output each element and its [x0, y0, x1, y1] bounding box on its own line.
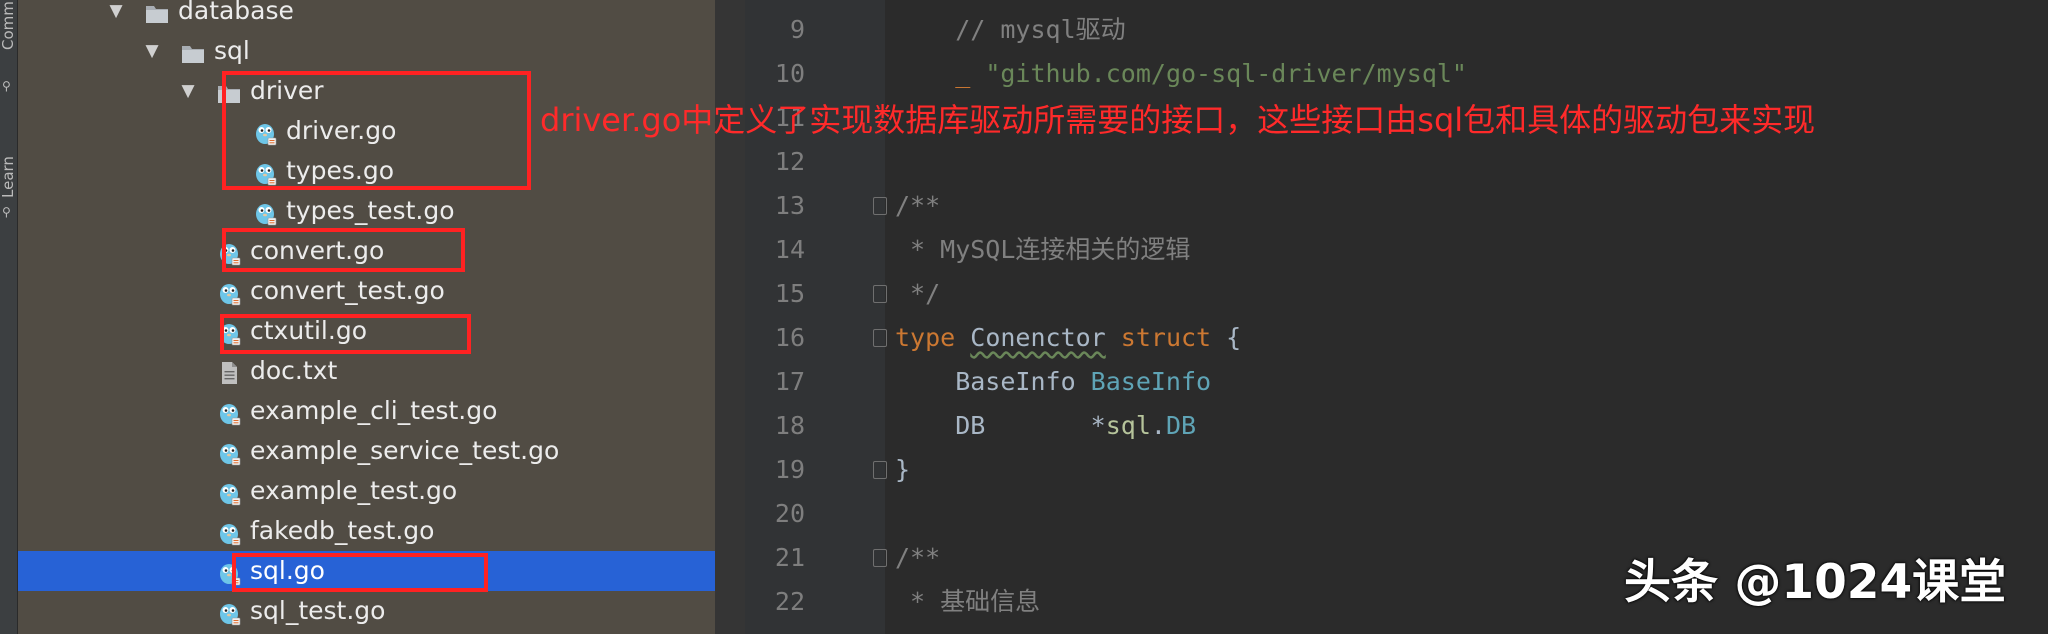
code-line[interactable]: } [895, 448, 910, 492]
code-token: { [1226, 323, 1242, 352]
tree-item[interactable]: ▼ database [18, 0, 715, 31]
tree-item[interactable]: sql_test.go [18, 591, 715, 631]
code-line[interactable]: * 基础信息 [895, 580, 1040, 624]
line-number: 9 [789, 15, 805, 44]
tree-item[interactable]: example_test.go [18, 471, 715, 511]
highlight-box-sql [232, 553, 488, 592]
code-line[interactable]: _ "github.com/go-sql-driver/mysql" [895, 52, 1467, 96]
code-token: // mysql驱动 [955, 15, 1126, 44]
code-line[interactable]: DB *sql.DB [895, 404, 1196, 448]
highlight-box-ctxutil [220, 314, 471, 354]
go-file-icon [216, 438, 242, 466]
tree-item-label: sql_test.go [250, 596, 386, 625]
go-file-icon [252, 198, 278, 226]
code-token: BaseInfo [1090, 367, 1212, 396]
tree-item-label: doc.txt [250, 356, 338, 385]
code-line[interactable]: BaseInfo BaseInfo [895, 360, 1211, 404]
fold-marker-icon[interactable] [873, 461, 887, 479]
line-number: 22 [774, 587, 805, 616]
tree-item-label: types_test.go [286, 196, 455, 225]
line-number: 14 [774, 235, 805, 264]
fold-marker-icon[interactable] [873, 329, 887, 347]
line-number: 13 [774, 191, 805, 220]
expand-arrow-icon[interactable]: ▼ [178, 71, 198, 111]
code-token: "github.com/go-sql-driver/mysql" [985, 59, 1467, 88]
line-number: 21 [774, 543, 805, 572]
go-file-icon [216, 278, 242, 306]
annotation-text: driver.go中定义了实现数据库驱动所需要的接口，这些接口由sql包和具体的… [540, 101, 1816, 139]
tree-item[interactable]: doc.txt [18, 351, 715, 391]
folder-icon [144, 0, 170, 24]
code-token: /** [895, 191, 941, 220]
tree-item-label: convert_test.go [250, 276, 445, 305]
tree-item[interactable]: convert_test.go [18, 271, 715, 311]
tree-item-label: database [178, 0, 294, 25]
text-file-icon [216, 358, 242, 384]
code-line[interactable]: // mysql驱动 [895, 8, 1126, 52]
fold-marker-icon[interactable] [873, 549, 887, 567]
go-file-icon [216, 598, 242, 626]
line-number: 20 [774, 499, 805, 528]
tree-item-label: example_test.go [250, 476, 458, 505]
code-token: DB [1165, 411, 1197, 440]
go-file-icon [216, 518, 242, 546]
line-number: 10 [774, 59, 805, 88]
tree-item-label: example_service_test.go [250, 436, 560, 465]
expand-arrow-icon[interactable]: ▼ [106, 0, 126, 31]
code-line[interactable]: */ [895, 272, 940, 316]
tree-item-label: example_cli_test.go [250, 396, 498, 425]
line-number: 15 [774, 279, 805, 308]
go-file-icon [216, 398, 242, 426]
highlight-box-convert [222, 228, 465, 272]
fold-marker-icon[interactable] [873, 197, 887, 215]
tree-item[interactable]: ▼ sql [18, 31, 715, 71]
code-token: /** [895, 543, 941, 572]
line-number: 12 [774, 147, 805, 176]
tree-item[interactable]: example_cli_test.go [18, 391, 715, 431]
code-token: * MySQL连接相关的逻辑 [895, 235, 1191, 264]
code-token: _ [955, 59, 986, 88]
code-token: type [895, 323, 971, 352]
tree-item-label: fakedb_test.go [250, 516, 435, 545]
highlight-box-driver [222, 71, 531, 190]
learn-tool-tab[interactable]: Learn [0, 138, 17, 198]
commit-tool-tab[interactable]: Commit [0, 0, 17, 50]
code-line[interactable]: * MySQL连接相关的逻辑 [895, 228, 1190, 272]
commit-icon: ⚲ [2, 79, 11, 93]
expand-arrow-icon[interactable]: ▼ [142, 31, 162, 71]
learn-icon: ⚲ [2, 205, 11, 219]
tree-item-label: sql [214, 36, 250, 65]
fold-marker-icon[interactable] [873, 285, 887, 303]
line-number: 19 [774, 455, 805, 484]
code-token: */ [895, 279, 941, 308]
code-token: } [895, 455, 911, 484]
watermark: 头条 @1024课堂 [1624, 555, 2007, 610]
code-line[interactable]: /** [895, 184, 940, 228]
code-token: BaseInfo [895, 367, 1091, 396]
code-token: DB * [895, 411, 1106, 440]
code-token: struct [1105, 323, 1227, 352]
line-number: 16 [774, 323, 805, 352]
go-file-icon [216, 478, 242, 506]
code-token: Conenctor [970, 323, 1106, 352]
tree-item[interactable]: fakedb_test.go [18, 511, 715, 551]
line-number: 17 [774, 367, 805, 396]
tool-window-strip: Commit ⚲ Learn ⚲ [0, 0, 18, 634]
code-token: sql [1105, 411, 1151, 440]
panel-divider[interactable] [715, 0, 745, 634]
code-line[interactable]: type Conenctor struct { [895, 316, 1241, 360]
code-line[interactable]: /** [895, 536, 940, 580]
code-token: . [1150, 411, 1166, 440]
tree-item[interactable]: types_test.go [18, 191, 715, 231]
folder-icon [180, 38, 206, 64]
code-token: * 基础信息 [895, 587, 1041, 616]
line-number: 18 [774, 411, 805, 440]
tree-item[interactable]: example_service_test.go [18, 431, 715, 471]
